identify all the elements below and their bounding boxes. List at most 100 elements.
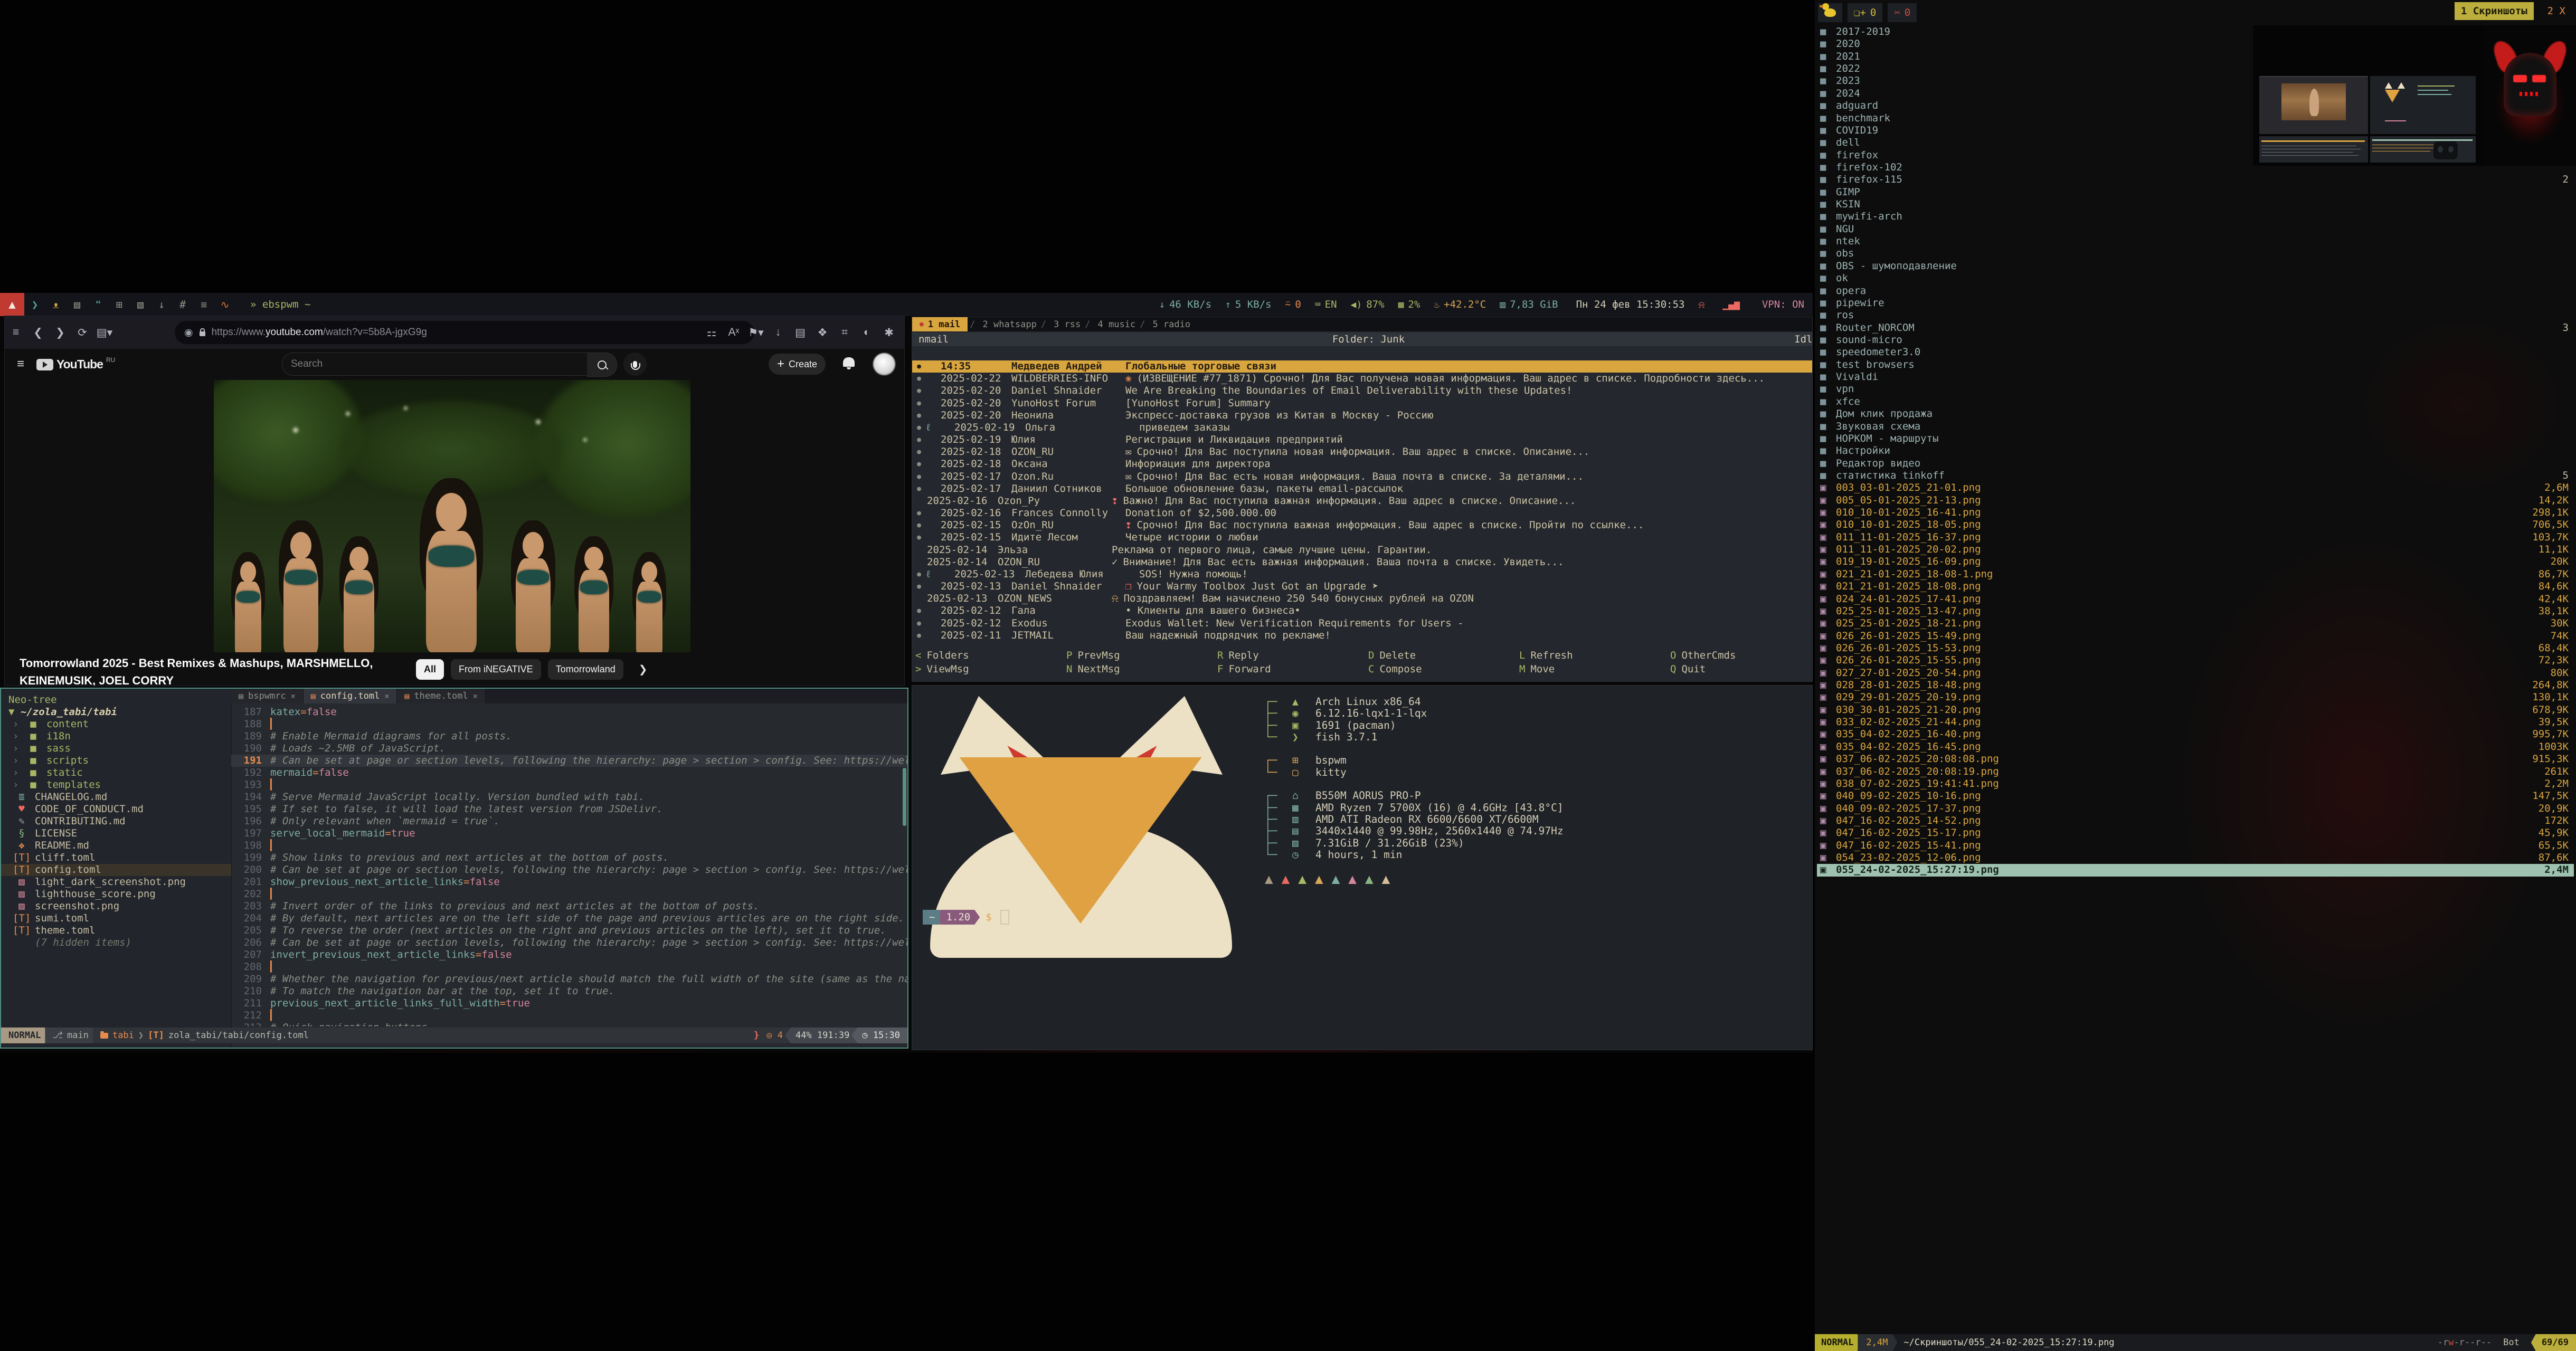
list-icon[interactable]: ≡ — [193, 298, 214, 311]
file-row[interactable]: 047_16-02-2025_15-17.png 45,9K — [1817, 827, 2574, 839]
yazi-tab[interactable]: 2 X — [2541, 2, 2572, 20]
file-row[interactable]: opera — [1817, 285, 2574, 297]
shell-prompt[interactable]: ~ 1.20 $ — [923, 909, 1009, 925]
file-row[interactable]: Дом клик продажа — [1817, 408, 2574, 420]
file-row[interactable]: Vivaldi — [1817, 371, 2574, 383]
kitty-tab[interactable]: 4 music — [1083, 319, 1138, 330]
rss-icon[interactable]: ⚏ — [700, 326, 723, 339]
kitty-tab[interactable]: 5 radio — [1138, 319, 1192, 330]
tree-item[interactable]: ♥ CODE_OF_CONDUCT.md — [1, 803, 231, 815]
video-player[interactable] — [214, 380, 690, 652]
tree-item[interactable]: ≣ CHANGELOG.md — [1, 791, 231, 803]
scrollbar[interactable] — [903, 768, 906, 826]
chips-next-icon[interactable]: ❯ — [639, 663, 648, 676]
file-row[interactable]: 010_10-01-2025_18-05.png 706,5K — [1817, 519, 2574, 531]
forward-icon[interactable]: ❯ — [49, 326, 71, 339]
tree-item[interactable]: ✎ CONTRIBUTING.md — [1, 815, 231, 827]
avatar[interactable] — [873, 353, 895, 375]
file-row[interactable]: ntek — [1817, 235, 2574, 248]
tree-item[interactable]: ▨ light_dark_screenshot.png — [1, 876, 231, 888]
file-row[interactable]: 021_21-01-2025_18-08-1.png 86,7K — [1817, 568, 2574, 581]
file-row[interactable]: 011_11-01-2025_20-02.png 11,1K — [1817, 544, 2574, 556]
file-row[interactable]: xfce — [1817, 396, 2574, 408]
files-icon[interactable]: ▤ — [67, 298, 88, 311]
arch-launcher-icon[interactable]: ▲ — [0, 293, 24, 316]
email-row[interactable]: ● 2025-02-18 Оксана Инфориация для дирек… — [912, 458, 1812, 470]
file-row[interactable]: 035_04-02-2025_16-40.png 995,7K — [1817, 728, 2574, 740]
file-row[interactable]: 037_06-02-2025_20:08:19.png 261K — [1817, 766, 2574, 778]
file-row[interactable]: ok — [1817, 272, 2574, 284]
file-row[interactable]: 035_04-02-2025_16-45.png 1003K — [1817, 741, 2574, 753]
voice-search-button[interactable] — [623, 353, 647, 376]
file-row[interactable]: 025_25-01-2025_13-47.png 38,1K — [1817, 605, 2574, 617]
email-row[interactable]: ● 2025-02-17 Ozon.Ru ✉ Срочно! Для Вас е… — [912, 471, 1812, 483]
search-button[interactable] — [587, 353, 617, 377]
email-row[interactable]: ● 2025-02-13 Daniel Shnaider ❒ Your Warm… — [912, 581, 1812, 593]
email-row[interactable]: ● 2025-02-18 OZON_RU ✉ Срочно! Для Вас п… — [912, 446, 1812, 458]
file-row[interactable]: 054_23-02-2025_12-06.png 87,6K — [1817, 852, 2574, 864]
file-row[interactable]: 025_25-01-2025_18-21.png 30K — [1817, 617, 2574, 630]
kitty-tab[interactable]: 3 rss — [1039, 319, 1083, 330]
file-row[interactable]: KSIN — [1817, 198, 2574, 211]
file-row[interactable]: Звуковая схема — [1817, 421, 2574, 433]
email-row[interactable]: ● 2025-02-20 Неонила Экспресс-доставка г… — [912, 410, 1812, 422]
file-row[interactable]: 040_09-02-2025_17-37.png 20,9K — [1817, 803, 2574, 815]
notifications-icon[interactable] — [843, 357, 855, 367]
email-row[interactable]: ● 14:35 Медведев Андрей Глобальные торго… — [912, 360, 1812, 373]
apps-icon[interactable]: ⊞ — [109, 298, 130, 311]
email-row[interactable]: ● 2025-02-16 Frances Connolly Donation o… — [912, 507, 1812, 519]
file-row[interactable]: НОРКОМ - маршруты — [1817, 433, 2574, 445]
kitty-icon[interactable]: ᴥ — [45, 298, 67, 311]
filter-chip[interactable]: Tomorrowland — [548, 659, 623, 680]
file-row[interactable]: Router_NORCOM 3 — [1817, 322, 2574, 334]
buffer-tab[interactable]: ▤ bspwmrc × — [231, 689, 304, 703]
file-row[interactable]: obs — [1817, 248, 2574, 260]
file-row[interactable]: 026_26-01-2025_15-55.png 72,3K — [1817, 654, 2574, 667]
tree-item[interactable]: ❖ README.md — [1, 840, 231, 852]
chat-icon[interactable]: ❝ — [88, 298, 109, 311]
file-row[interactable]: 026_26-01-2025_15-49.png 74K — [1817, 630, 2574, 642]
file-row[interactable]: 021_21-01-2025_18-08.png 84,6K — [1817, 581, 2574, 593]
email-row[interactable]: 2025-02-14 Эльза Реклама от первого лица… — [912, 544, 1812, 556]
kitty-tab-mail[interactable]: 1 mail — [912, 317, 968, 331]
tree-item[interactable]: [T] sumi.toml — [1, 912, 231, 925]
file-row[interactable]: GIMP — [1817, 186, 2574, 198]
email-row[interactable]: ● ℓ 2025-02-19 Ольга приведем заказы — [912, 422, 1812, 434]
tree-item[interactable]: [T] theme.toml — [1, 925, 231, 937]
file-row[interactable]: 024_24-01-2025_17-41.png 42,4K — [1817, 593, 2574, 605]
reader-icon[interactable]: Aˣ — [723, 326, 745, 339]
file-row[interactable]: 029_29-01-2025_20-19.png 130,1K — [1817, 691, 2574, 703]
tree-item[interactable]: [T] config.toml — [1, 864, 231, 876]
tree-item[interactable]: ■ i18n — [1, 730, 231, 743]
tree-item[interactable]: (7 hidden items) — [1, 937, 231, 949]
filter-chip[interactable]: From iNEGATIVE — [451, 659, 541, 680]
file-row[interactable]: NGU — [1817, 223, 2574, 235]
file-row[interactable]: 026_26-01-2025_15-53.png 68,4K — [1817, 642, 2574, 654]
buffer-tab[interactable]: ▤ theme.toml × — [397, 689, 485, 703]
email-row[interactable]: ● 2025-02-19 Юлия Регистрация и Ликвидац… — [912, 434, 1812, 446]
youtube-logo[interactable]: YouTube RU — [36, 357, 115, 372]
file-row[interactable]: 047_16-02-2025_15-41.png 65,5K — [1817, 840, 2574, 852]
file-row[interactable]: статистика tinkoff 5 — [1817, 470, 2574, 482]
close-icon[interactable]: × — [291, 691, 296, 701]
file-row[interactable]: mywifi-arch — [1817, 211, 2574, 223]
file-row[interactable]: 027_27-01-2025_20-54.png 80K — [1817, 667, 2574, 679]
email-row[interactable]: ● 2025-02-15 OzOn_RU ❢ Срочно! Для Вас п… — [912, 519, 1812, 531]
file-row[interactable]: 033_02-02-2025_21-44.png 39,5K — [1817, 716, 2574, 728]
file-row[interactable]: 003_03-01-2025_21-01.png 2,6M — [1817, 482, 2574, 494]
file-row[interactable]: 037_06-02-2025_20:08:08.png 915,3K — [1817, 753, 2574, 765]
download-icon[interactable]: ↓ — [151, 298, 172, 311]
file-row[interactable]: speedometer3.0 — [1817, 346, 2574, 358]
tree-item[interactable]: ■ scripts — [1, 755, 231, 767]
email-row[interactable]: 2025-02-14 OZON_RU ✓ Внимание! Для Вас е… — [912, 556, 1812, 568]
email-row[interactable]: ● 2025-02-20 Daniel Shnaider We Are Brea… — [912, 385, 1812, 397]
file-row[interactable]: 055_24-02-2025_15:27:19.png 2,4M — [1817, 864, 2574, 876]
file-row[interactable]: 028_28-01-2025_18-48.png 264,8K — [1817, 679, 2574, 691]
terminal-icon[interactable]: ❯ — [24, 298, 45, 311]
kitty-tab[interactable]: 2 whatsapp — [968, 319, 1039, 330]
sidebar-icon[interactable]: ▤▾ — [93, 326, 116, 339]
tree-item[interactable]: ■ content — [1, 718, 231, 730]
tree-item[interactable]: ▨ lighthouse_score.png — [1, 888, 231, 900]
tree-item[interactable]: [T] cliff.toml — [1, 852, 231, 864]
file-row[interactable]: 019_19-01-2025_16-09.png 20K — [1817, 556, 2574, 568]
